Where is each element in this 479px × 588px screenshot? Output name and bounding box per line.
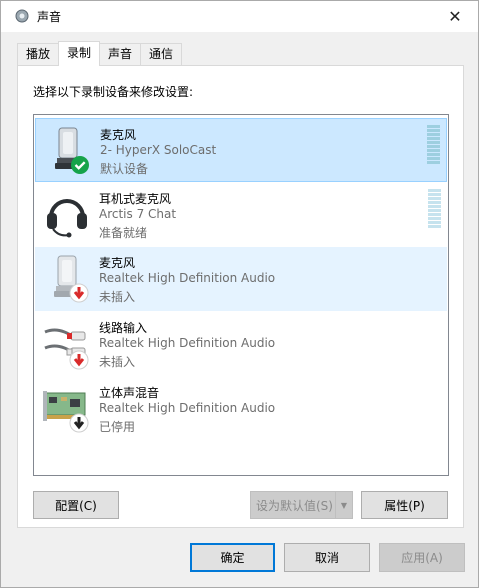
tab-recording[interactable]: 录制 xyxy=(58,41,101,66)
close-icon: ✕ xyxy=(448,7,462,26)
tab-playback[interactable]: 播放 xyxy=(17,43,60,65)
device-name: 麦克风 xyxy=(99,256,136,270)
device-status: 已停用 xyxy=(99,420,136,434)
recording-panel: 选择以下录制设备来修改设置: 麦克风 2- HyperX SoloCast 默认… xyxy=(17,65,464,528)
configure-button[interactable]: 配置(C) xyxy=(33,491,119,519)
tab-sounds[interactable]: 声音 xyxy=(99,43,142,65)
set-default-button[interactable]: 设为默认值(S) ▼ xyxy=(250,491,353,519)
device-status: 默认设备 xyxy=(100,162,149,176)
device-item[interactable]: 麦克风 2- HyperX SoloCast 默认设备 xyxy=(35,118,447,182)
device-description: Realtek High Definition Audio xyxy=(99,401,276,415)
set-default-label: 设为默认值(S) xyxy=(256,498,333,513)
device-item[interactable]: 耳机式麦克风 Arctis 7 Chat 准备就绪 xyxy=(35,183,447,247)
chevron-down-icon[interactable]: ▼ xyxy=(335,492,352,518)
window-title: 声音 xyxy=(37,10,62,24)
line-in-icon xyxy=(44,328,89,370)
close-button[interactable]: ✕ xyxy=(432,1,478,32)
device-name: 立体声混音 xyxy=(99,386,160,400)
tab-strip: 播放 录制 声音 通信 xyxy=(17,41,183,66)
device-status: 未插入 xyxy=(99,290,136,304)
device-name: 麦克风 xyxy=(100,128,137,142)
microphone-icon xyxy=(55,127,89,174)
device-description: Realtek High Definition Audio xyxy=(99,336,276,350)
headset-icon xyxy=(47,199,87,238)
properties-button[interactable]: 属性(P) xyxy=(361,491,448,519)
level-meter xyxy=(428,189,441,231)
apply-button[interactable]: 应用(A) xyxy=(379,543,465,572)
device-item[interactable]: 麦克风 Realtek High Definition Audio 未插入 xyxy=(35,247,447,311)
device-name: 耳机式麦克风 xyxy=(99,192,172,206)
device-item[interactable]: 立体声混音 Realtek High Definition Audio 已停用 xyxy=(35,377,447,441)
level-meter xyxy=(427,125,440,167)
cancel-button[interactable]: 取消 xyxy=(284,543,370,572)
device-list[interactable]: 麦克风 2- HyperX SoloCast 默认设备 耳机式麦克风 Arcti… xyxy=(33,114,449,476)
sound-dialog: 声音 ✕ 播放 录制 声音 通信 选择以下录制设备来修改设置: 麦克风 2- H… xyxy=(0,0,479,588)
ok-button[interactable]: 确定 xyxy=(190,543,275,572)
device-item[interactable]: 线路输入 Realtek High Definition Audio 未插入 xyxy=(35,312,447,376)
device-description: Arctis 7 Chat xyxy=(99,207,177,221)
instruction-text: 选择以下录制设备来修改设置: xyxy=(33,85,194,99)
title-bar: 声音 ✕ xyxy=(1,1,478,32)
sound-card-icon xyxy=(43,391,89,433)
device-status: 未插入 xyxy=(99,355,136,369)
check-badge-icon xyxy=(71,156,89,174)
microphone-icon xyxy=(54,255,89,303)
device-name: 线路输入 xyxy=(99,321,148,335)
device-description: Realtek High Definition Audio xyxy=(99,271,276,285)
tab-communications[interactable]: 通信 xyxy=(140,43,183,65)
device-description: 2- HyperX SoloCast xyxy=(100,143,217,157)
speaker-icon xyxy=(15,9,29,23)
device-status: 准备就绪 xyxy=(99,226,148,240)
